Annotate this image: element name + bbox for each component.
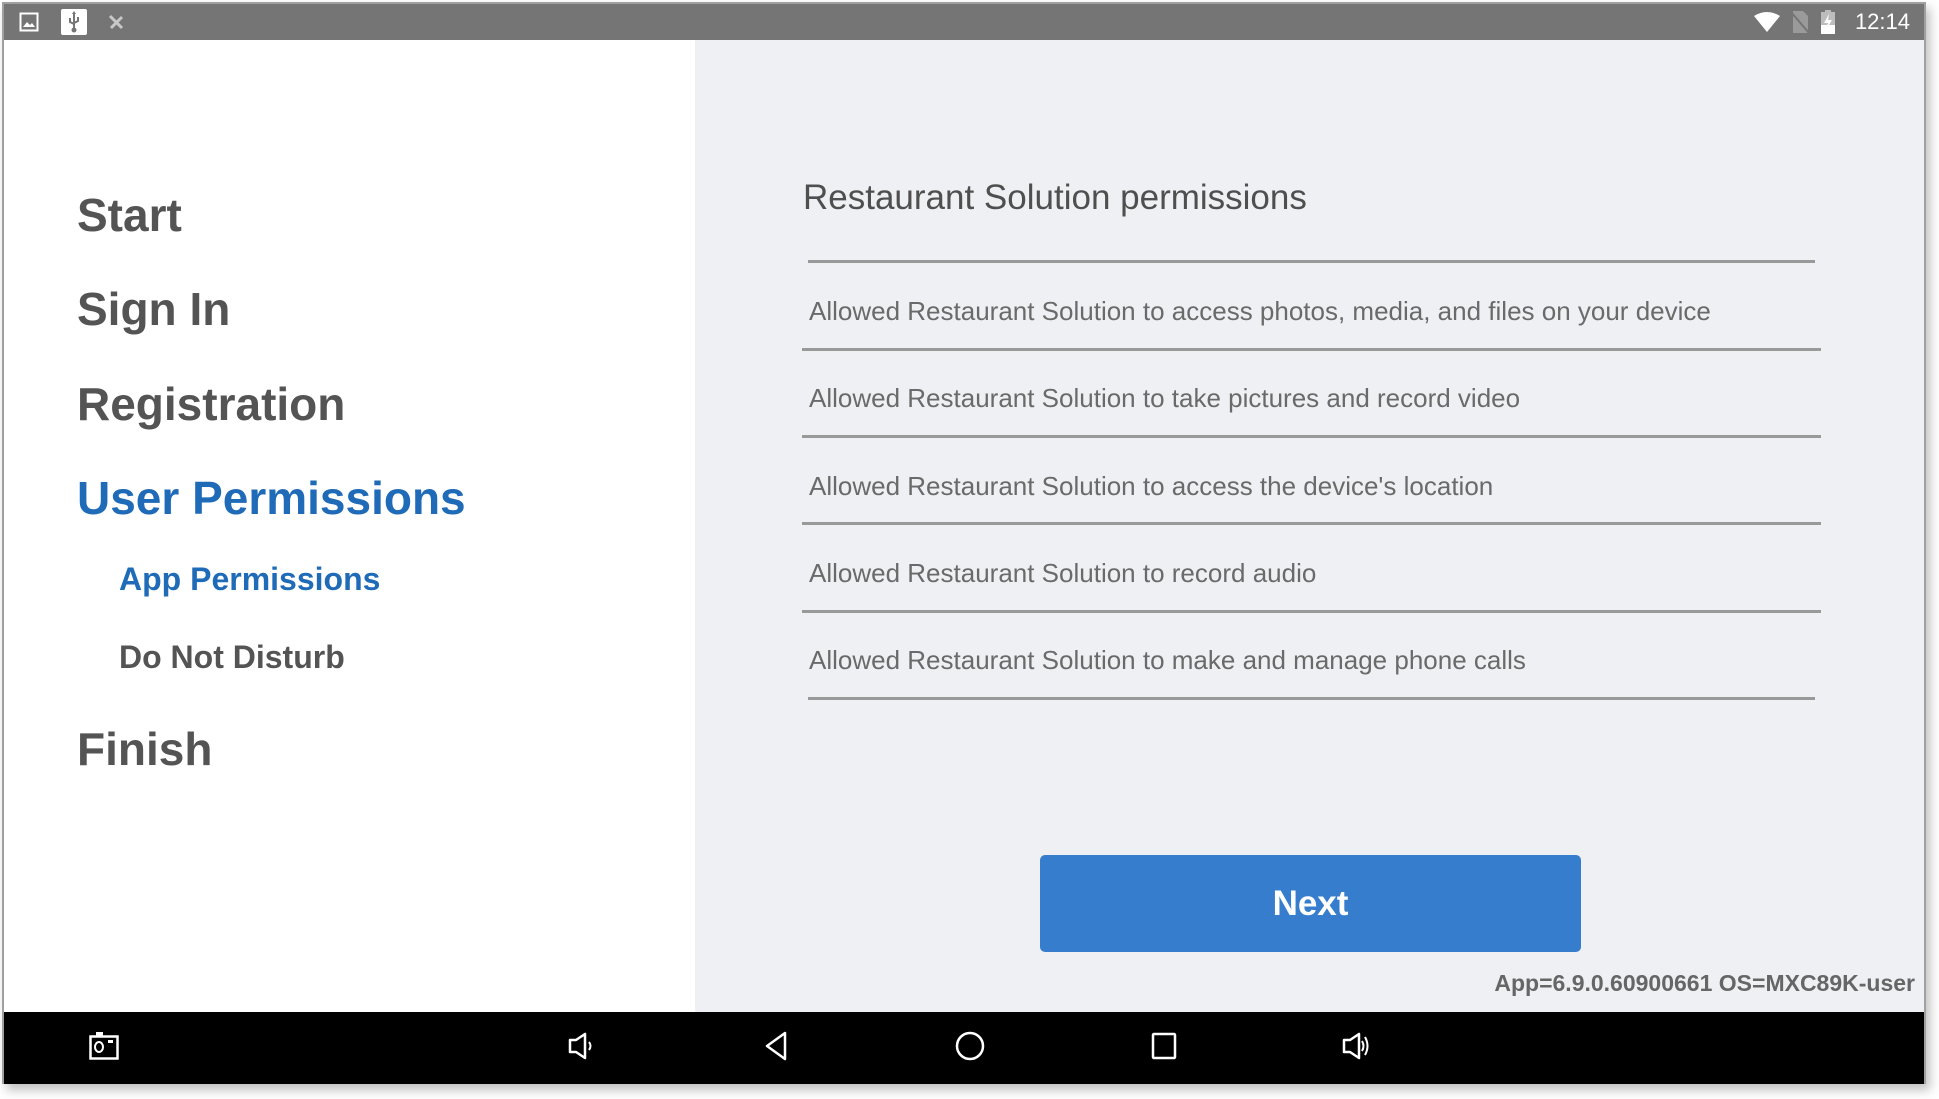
screenshot-icon — [89, 1031, 119, 1065]
status-time: 12:14 — [1854, 9, 1910, 34]
device-screen: 12:14 Start Sign In Registration User Pe… — [2, 2, 1926, 1084]
divider — [802, 435, 1821, 438]
next-button[interactable]: Next — [1040, 855, 1581, 952]
usb-icon — [61, 4, 87, 40]
volume-up-button[interactable] — [1327, 1012, 1387, 1084]
volume-down-icon — [567, 1031, 597, 1066]
screenshot-button[interactable] — [74, 1012, 134, 1084]
battery-charging-icon — [1820, 4, 1836, 40]
step-finish[interactable]: Finish — [77, 722, 212, 776]
recents-icon — [1150, 1031, 1178, 1066]
version-info: App=6.9.0.60900661 OS=MXC89K-user — [1494, 970, 1915, 996]
status-bar: 12:14 — [4, 4, 1924, 40]
home-icon — [954, 1030, 986, 1067]
recents-button[interactable] — [1134, 1012, 1194, 1084]
divider — [808, 260, 1815, 263]
substep-do-not-disturb[interactable]: Do Not Disturb — [119, 639, 345, 676]
image-icon — [18, 4, 40, 40]
no-sim-icon — [1790, 4, 1810, 40]
step-registration[interactable]: Registration — [77, 377, 345, 431]
system-nav-bar — [4, 1012, 1924, 1084]
page-title: Restaurant Solution permissions — [803, 178, 1307, 217]
setup-steps-sidebar: Start Sign In Registration User Permissi… — [4, 40, 695, 1012]
permissions-panel: Restaurant Solution permissions Allowed … — [695, 40, 1924, 1012]
permission-item-storage: Allowed Restaurant Solution to access ph… — [809, 296, 1711, 326]
home-button[interactable] — [940, 1012, 1000, 1084]
back-icon — [761, 1030, 791, 1067]
volume-up-icon — [1341, 1031, 1373, 1066]
permission-item-camera: Allowed Restaurant Solution to take pict… — [809, 383, 1521, 413]
wifi-icon — [1753, 4, 1781, 40]
step-start[interactable]: Start — [77, 188, 182, 242]
permission-item-phone: Allowed Restaurant Solution to make and … — [809, 645, 1526, 675]
step-sign-in[interactable]: Sign In — [77, 282, 230, 336]
no-sync-icon — [107, 4, 125, 40]
substep-app-permissions[interactable]: App Permissions — [119, 561, 380, 598]
permission-item-microphone: Allowed Restaurant Solution to record au… — [809, 558, 1317, 588]
divider — [808, 697, 1815, 700]
volume-down-button[interactable] — [552, 1012, 612, 1084]
back-button[interactable] — [746, 1012, 806, 1084]
divider — [802, 348, 1821, 351]
step-user-permissions[interactable]: User Permissions — [77, 471, 466, 525]
permission-item-location: Allowed Restaurant Solution to access th… — [809, 471, 1494, 501]
divider — [802, 610, 1821, 613]
divider — [802, 522, 1821, 525]
